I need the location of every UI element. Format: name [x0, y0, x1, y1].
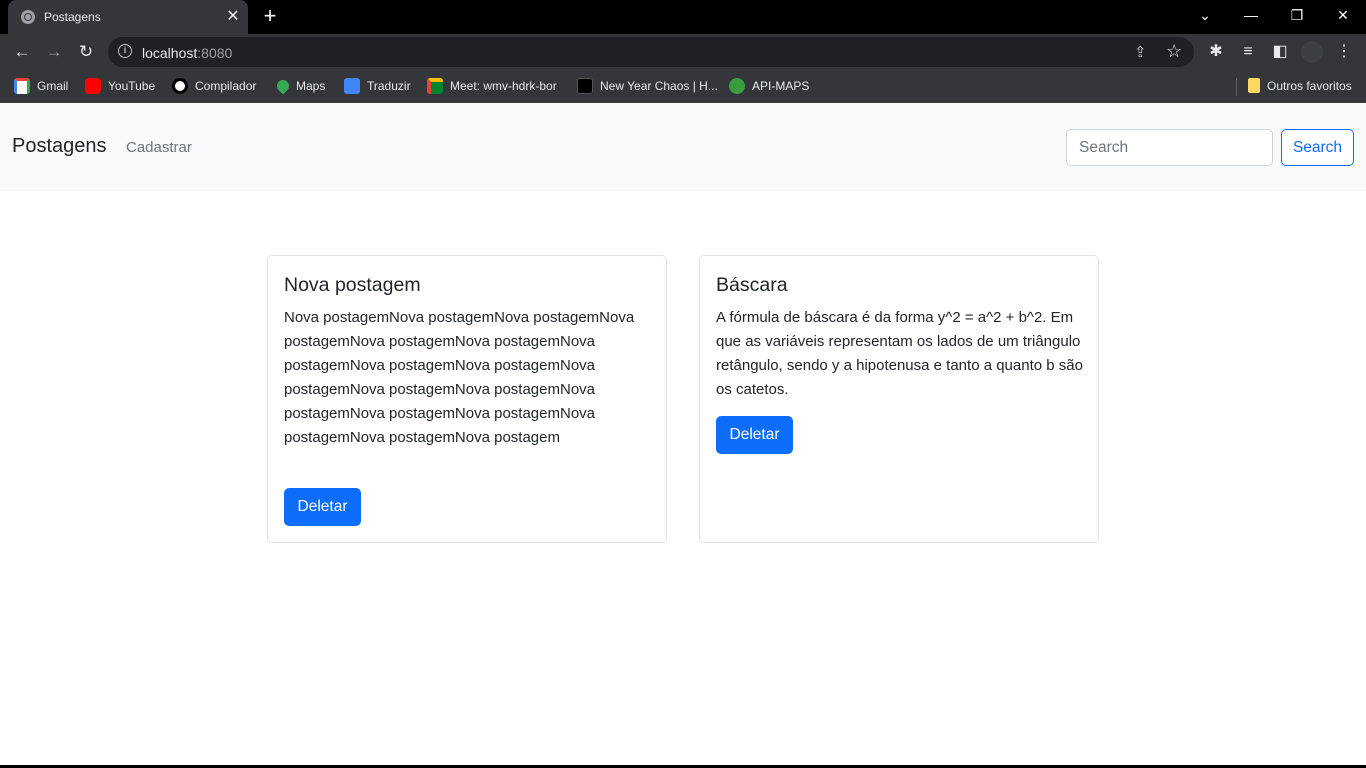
reload-icon[interactable]: ↻: [73, 39, 99, 65]
other-bookmarks-label: Outros favoritos: [1267, 79, 1352, 93]
browser-toolbar: ← → ↻ i localhost:8080 ⇪ ☆ ✱ ≡ ◧ ⋮: [0, 34, 1366, 70]
side-panel-icon[interactable]: ◧: [1268, 40, 1292, 64]
translate-icon: [344, 77, 360, 94]
meet-icon: [427, 77, 443, 94]
url-text: localhost:8080: [142, 45, 232, 61]
bookmark-label: YouTube: [108, 79, 156, 93]
api-maps-icon: [729, 77, 745, 94]
bookmark-youtube[interactable]: YouTube: [85, 77, 155, 95]
tab-title: Postagens: [44, 10, 101, 24]
bookmark-gmail[interactable]: Gmail: [14, 77, 68, 95]
address-bar[interactable]: i localhost:8080 ⇪ ☆: [108, 37, 1194, 67]
bookmark-maps[interactable]: Maps: [274, 77, 326, 95]
bookmark-label: Traduzir: [367, 79, 411, 93]
search-button[interactable]: Search: [1281, 129, 1354, 166]
folder-icon: [1248, 78, 1260, 94]
bookmark-star-icon[interactable]: ☆: [1166, 41, 1182, 62]
forward-icon[interactable]: →: [41, 39, 67, 65]
bookmark-label: Gmail: [37, 79, 69, 93]
url-host: localhost: [142, 45, 198, 61]
delete-button[interactable]: Deletar: [716, 416, 793, 454]
minimize-icon[interactable]: —: [1228, 0, 1274, 30]
tab-search-icon[interactable]: ⌄: [1182, 0, 1228, 30]
bookmarks-bar: Gmail YouTube Compilador Maps Traduzir M…: [0, 70, 1366, 103]
media-control-icon[interactable]: ≡: [1236, 40, 1260, 64]
bookmark-meet[interactable]: Meet: wmv-hdrk-bor: [427, 77, 557, 95]
url-port: :8080: [197, 45, 233, 61]
bookmark-api-maps[interactable]: API-MAPS: [729, 77, 809, 95]
newyear-icon: [577, 77, 593, 94]
post-body: A fórmula de báscara é da forma y^2 = a^…: [716, 309, 1083, 398]
post-body: Nova postagemNova postagemNova postagemN…: [284, 309, 635, 446]
bookmark-label: Compilador: [195, 79, 257, 93]
bookmark-label: Maps: [296, 79, 326, 93]
nav-link-cadastrar[interactable]: Cadastrar: [126, 139, 192, 156]
navbar-brand[interactable]: Postagens: [12, 135, 107, 158]
menu-icon[interactable]: ⋮: [1332, 40, 1356, 64]
bookmark-new-year-chaos[interactable]: New Year Chaos | H...: [577, 77, 718, 95]
tab-strip: Postagens ✕ + ⌄ — ❐ ✕: [0, 0, 1366, 34]
bookmarks-divider: [1236, 78, 1237, 96]
bookmark-label: API-MAPS: [752, 79, 810, 93]
navbar: Postagens Cadastrar Search: [0, 103, 1366, 191]
extensions-icon[interactable]: ✱: [1204, 40, 1228, 64]
bookmark-label: Meet: wmv-hdrk-bor: [450, 79, 557, 93]
browser-chrome: Postagens ✕ + ⌄ — ❐ ✕ ← → ↻ i localhost:…: [0, 0, 1366, 103]
bookmark-compilador[interactable]: Compilador: [172, 77, 256, 95]
close-window-icon[interactable]: ✕: [1320, 0, 1366, 30]
share-icon[interactable]: ⇪: [1134, 43, 1147, 61]
restore-icon[interactable]: ❐: [1274, 0, 1320, 30]
delete-button[interactable]: Deletar: [284, 488, 361, 526]
back-icon[interactable]: ←: [9, 39, 35, 65]
search-input[interactable]: [1066, 129, 1273, 166]
post-title: Báscara: [716, 274, 788, 296]
post-title: Nova postagem: [284, 274, 421, 296]
new-tab-button[interactable]: +: [258, 5, 282, 29]
youtube-icon: [85, 77, 101, 94]
globe-icon: [21, 10, 35, 24]
maps-icon: [274, 77, 292, 95]
close-tab-icon[interactable]: ✕: [224, 8, 242, 26]
site-info-icon[interactable]: i: [118, 44, 132, 58]
gmail-icon: [14, 77, 30, 94]
compilador-icon: [172, 77, 188, 94]
other-bookmarks[interactable]: Outros favoritos: [1248, 77, 1352, 95]
bookmark-traduzir[interactable]: Traduzir: [344, 77, 411, 95]
bookmark-label: New Year Chaos | H...: [600, 79, 718, 93]
post-card: Nova postagem Nova postagemNova postagem…: [267, 255, 667, 543]
post-card: Báscara A fórmula de báscara é da forma …: [699, 255, 1099, 543]
profile-avatar[interactable]: [1300, 40, 1324, 64]
browser-tab[interactable]: Postagens ✕: [8, 0, 248, 34]
page: Postagens Cadastrar Search Nova postagem…: [0, 103, 1366, 768]
